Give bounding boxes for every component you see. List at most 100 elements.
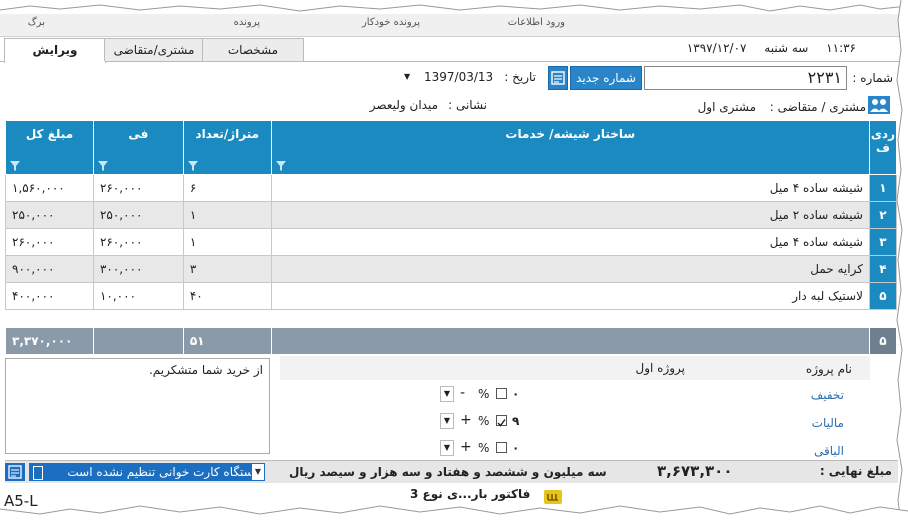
cell-qty[interactable]: ۱ — [182, 201, 272, 229]
row-number: ۱ — [868, 174, 898, 202]
number-input[interactable]: ۲۲۳۱ — [644, 66, 847, 90]
table-header-row: ردی ف ساختار شیشه/ خدمات متراژ/تعداد فی … — [5, 120, 898, 175]
project-value[interactable]: پروژه اول — [636, 361, 686, 375]
cell-total[interactable]: ۹۰۰,۰۰۰ — [5, 255, 94, 283]
project-panel: نام پروژه پروژه اول تخفیف مالیات الباقی … — [280, 356, 900, 458]
cell-total[interactable]: ۲۵۰,۰۰۰ — [5, 201, 94, 229]
chevron-down-icon[interactable]: ▼ — [440, 440, 454, 456]
notes-textarea[interactable]: از خرید شما متشکریم. — [5, 358, 270, 454]
column-header-service[interactable]: ساختار شیشه/ خدمات — [270, 120, 870, 175]
tax-link[interactable]: مالیات — [812, 416, 844, 430]
address-label: نشانی : — [448, 98, 487, 112]
tax-checkbox[interactable] — [496, 415, 507, 427]
cell-qty[interactable]: ۳ — [182, 255, 272, 283]
filter-icon — [97, 161, 108, 171]
card-reader-select[interactable]: دستگاه کارت خوانی تنظیم نشده است — [29, 463, 263, 481]
table-summary-row: ۵ ۵۱ ۳,۳۷۰,۰۰۰ — [5, 327, 898, 355]
filter-icon — [187, 161, 198, 171]
datetime-display: ۱۱:۳۶ سه شنبه ۱۳۹۷/۱۲/۰۷ — [673, 41, 856, 55]
cell-total[interactable]: ۴۰۰,۰۰۰ — [5, 282, 94, 310]
menu-item-sheet[interactable]: برگ — [28, 17, 45, 28]
table-row[interactable]: ۴ کرایه حمل ۳ ۳۰۰,۰۰۰ ۹۰۰,۰۰۰ — [5, 255, 898, 283]
remaining-value[interactable]: ۰ — [512, 441, 519, 455]
column-header-price[interactable]: فی — [92, 120, 184, 175]
menu-item-data-entry[interactable]: ورود اطلاعات — [508, 17, 565, 28]
chevron-down-icon[interactable]: ▼ — [440, 413, 454, 429]
cell-total[interactable]: ۲۶۰,۰۰۰ — [5, 228, 94, 256]
table-spacer — [5, 309, 897, 328]
menu-item-auto-file[interactable]: پرونده خودکار — [362, 17, 420, 28]
cell-price[interactable]: ۲۵۰,۰۰۰ — [92, 201, 184, 229]
cell-service[interactable]: شیشه ساده ۲ میل — [270, 201, 870, 229]
chevron-down-icon[interactable]: ▼ — [251, 463, 265, 481]
tab-edit[interactable]: ویرایش — [4, 38, 106, 63]
address-value[interactable]: میدان ولیعصر — [370, 98, 438, 112]
settings-icon[interactable] — [5, 463, 25, 481]
items-table: ردی ف ساختار شیشه/ خدمات متراژ/تعداد فی … — [5, 120, 898, 355]
discount-checkbox[interactable] — [496, 388, 507, 399]
column-header-qty[interactable]: متراژ/تعداد — [182, 120, 272, 175]
menu-item-file[interactable]: پرونده — [234, 17, 260, 28]
filter-icon — [10, 161, 20, 171]
remaining-link[interactable]: الباقی — [814, 444, 844, 458]
discount-value[interactable]: ۰ — [512, 387, 519, 401]
project-label: نام پروژه — [805, 362, 852, 376]
minus-button[interactable]: - — [460, 385, 465, 401]
cell-service[interactable]: کرایه حمل — [270, 255, 870, 283]
filter-icon — [275, 161, 286, 171]
discount-link[interactable]: تخفیف — [811, 388, 844, 402]
summary-qty: ۵۱ — [182, 327, 272, 355]
weekday-text: سه شنبه — [764, 41, 809, 55]
summary-count: ۵ — [868, 327, 898, 355]
check-icon — [497, 419, 506, 427]
cell-price[interactable]: ۲۶۰,۰۰۰ — [92, 228, 184, 256]
column-header-total[interactable]: مبلغ کل — [5, 120, 94, 175]
summary-price — [92, 327, 184, 355]
number-label: شماره : — [852, 71, 893, 85]
cell-total[interactable]: ۱,۵۶۰,۰۰۰ — [5, 174, 94, 202]
date-text: ۱۳۹۷/۱۲/۰۷ — [686, 41, 747, 55]
tax-value[interactable]: ۹ — [512, 414, 519, 428]
tab-customer[interactable]: مشتری/متقاضی — [104, 38, 204, 61]
chevron-down-icon[interactable]: ▼ — [404, 66, 410, 88]
cell-price[interactable]: ۱۰,۰۰۰ — [92, 282, 184, 310]
row-number: ۳ — [868, 228, 898, 256]
new-number-button[interactable]: شماره جدید — [570, 66, 642, 90]
table-row[interactable]: ۵ لاستیک لبه دار ۴۰ ۱۰,۰۰۰ ۴۰۰,۰۰۰ — [5, 282, 898, 310]
cell-qty[interactable]: ۴۰ — [182, 282, 272, 310]
app-window: برگ پرونده پرونده خودکار ورود اطلاعات وی… — [0, 0, 908, 525]
date-value: 1397/03/13 — [424, 70, 494, 84]
date-picker[interactable]: ▼ 1397/03/13 — [402, 66, 498, 88]
customer-value[interactable]: مشتری اول — [698, 100, 756, 114]
table-row[interactable]: ۱ شیشه ساده ۴ میل ۶ ۲۶۰,۰۰۰ ۱,۵۶۰,۰۰۰ — [5, 174, 898, 202]
card-reader-icon — [33, 466, 43, 480]
torn-edge-right — [895, 0, 908, 525]
remaining-checkbox[interactable] — [496, 442, 507, 453]
table-row[interactable]: ۳ شیشه ساده ۴ میل ۱ ۲۶۰,۰۰۰ ۲۶۰,۰۰۰ — [5, 228, 898, 256]
cell-price[interactable]: ۳۰۰,۰۰۰ — [92, 255, 184, 283]
row-number: ۴ — [868, 255, 898, 283]
final-amount-value: ۳,۶۷۳,۳۰۰ — [657, 462, 733, 480]
card-reader-text: دستگاه کارت خوانی تنظیم نشده است — [67, 465, 259, 479]
date-label: تاریخ : — [504, 70, 536, 84]
row-number: ۲ — [868, 201, 898, 229]
summary-service — [270, 327, 870, 355]
cell-service[interactable]: شیشه ساده ۴ میل — [270, 174, 870, 202]
tab-specs[interactable]: مشخصات — [202, 38, 304, 61]
cell-service[interactable]: شیشه ساده ۴ میل — [270, 228, 870, 256]
people-icon[interactable] — [868, 96, 890, 114]
final-amount-label: مبلغ نهایی : — [819, 464, 892, 478]
customer-label: مشتری / متقاضی : — [769, 100, 866, 114]
cell-qty[interactable]: ۶ — [182, 174, 272, 202]
percent-sign: % — [478, 414, 490, 428]
cell-service[interactable]: لاستیک لبه دار — [270, 282, 870, 310]
plus-button[interactable]: + — [460, 439, 472, 455]
cell-price[interactable]: ۲۶۰,۰۰۰ — [92, 174, 184, 202]
torn-edge-bottom — [0, 497, 908, 525]
chevron-down-icon[interactable]: ▼ — [440, 386, 454, 402]
column-header-row-number[interactable]: ردی ف — [868, 120, 898, 175]
table-row[interactable]: ۲ شیشه ساده ۲ میل ۱ ۲۵۰,۰۰۰ ۲۵۰,۰۰۰ — [5, 201, 898, 229]
plus-button[interactable]: + — [460, 412, 472, 428]
calculator-icon[interactable] — [548, 66, 568, 90]
cell-qty[interactable]: ۱ — [182, 228, 272, 256]
